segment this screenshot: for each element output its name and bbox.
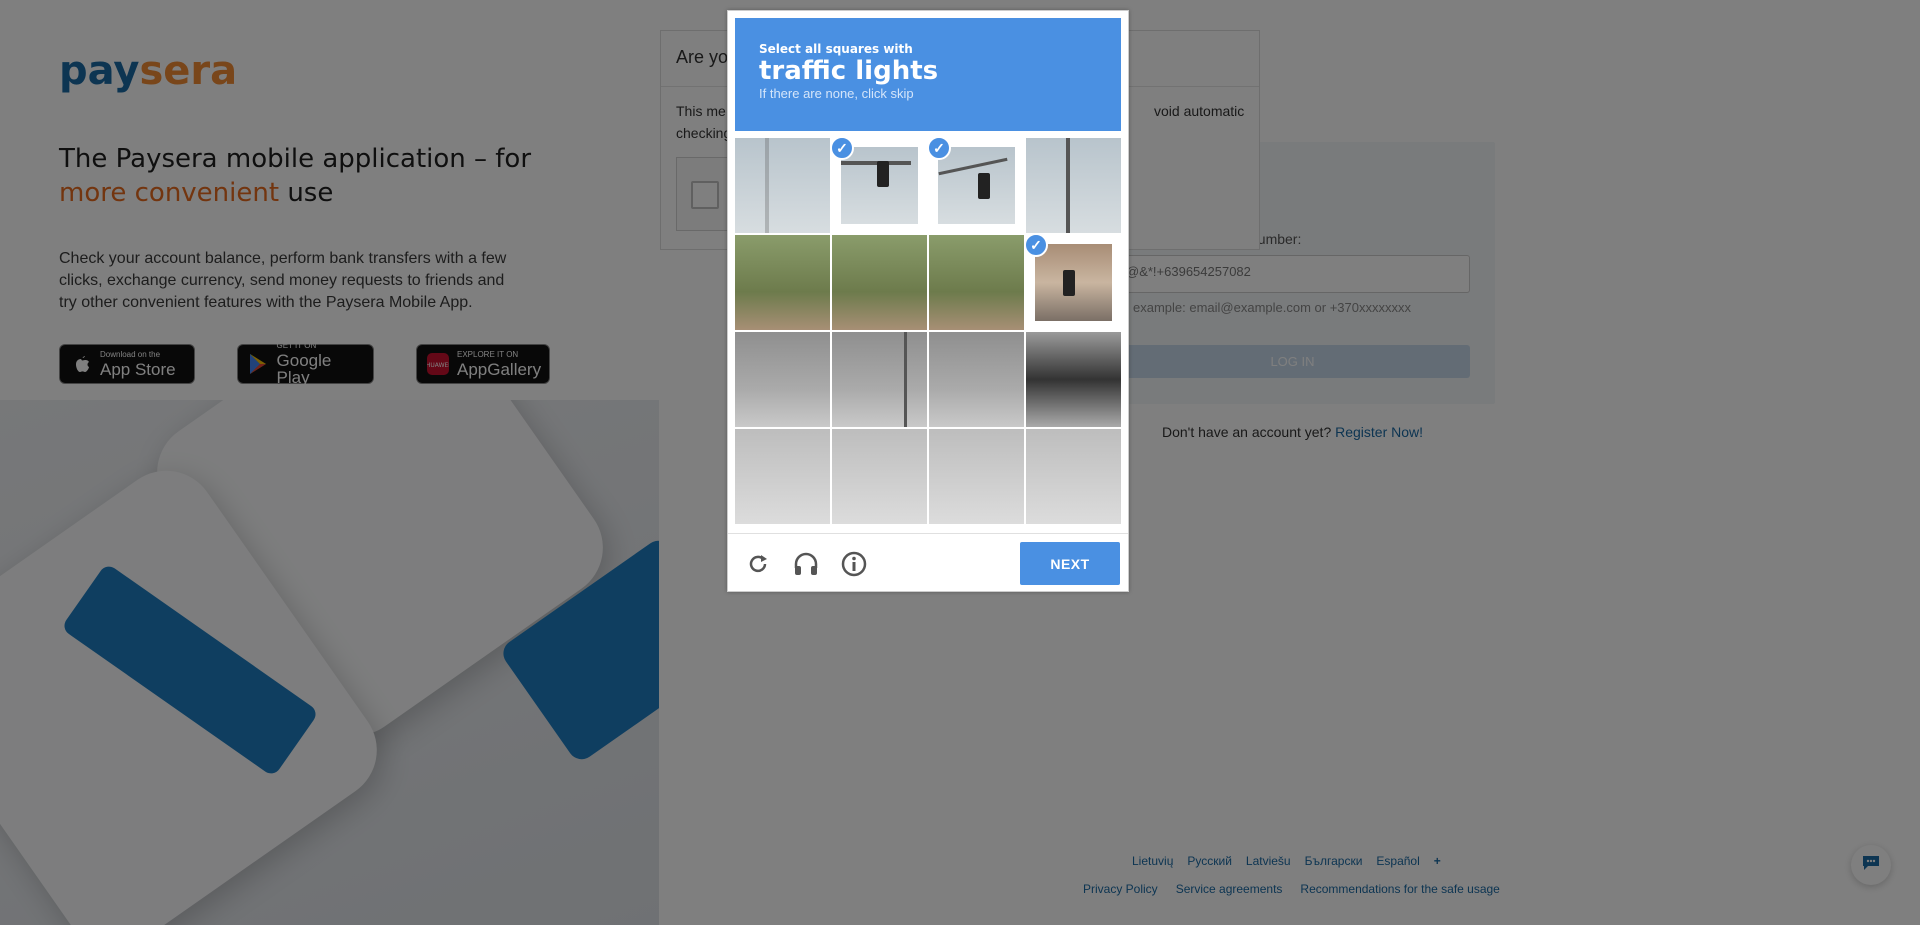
audio-challenge-icon[interactable] (792, 550, 820, 578)
captcha-tile[interactable] (735, 429, 830, 524)
next-button[interactable]: NEXT (1020, 542, 1120, 585)
captcha-challenge: Select all squares with traffic lights I… (727, 10, 1129, 592)
captcha-header: Select all squares with traffic lights I… (735, 18, 1121, 131)
captcha-tile[interactable]: ✓ (832, 138, 927, 233)
info-icon[interactable] (840, 550, 868, 578)
captcha-subtext: If there are none, click skip (759, 86, 914, 101)
captcha-tile[interactable] (1026, 332, 1121, 427)
captcha-instruction: Select all squares with (759, 42, 913, 56)
captcha-tile[interactable] (1026, 429, 1121, 524)
captcha-tile[interactable] (832, 332, 927, 427)
captcha-footer: NEXT (728, 533, 1128, 593)
captcha-tile[interactable] (1026, 138, 1121, 233)
captcha-grid: ✓ ✓ ✓ (735, 138, 1121, 524)
captcha-tile[interactable] (832, 235, 927, 330)
captcha-tile[interactable] (929, 332, 1024, 427)
captcha-tile[interactable]: ✓ (929, 138, 1024, 233)
captcha-tile[interactable] (735, 332, 830, 427)
captcha-tile[interactable] (929, 235, 1024, 330)
captcha-tile[interactable] (929, 429, 1024, 524)
captcha-tile[interactable] (735, 138, 830, 233)
captcha-tile[interactable]: ✓ (1026, 235, 1121, 330)
reload-icon[interactable] (744, 550, 772, 578)
captcha-target: traffic lights (759, 56, 939, 86)
captcha-tile[interactable] (832, 429, 927, 524)
captcha-tile[interactable] (735, 235, 830, 330)
